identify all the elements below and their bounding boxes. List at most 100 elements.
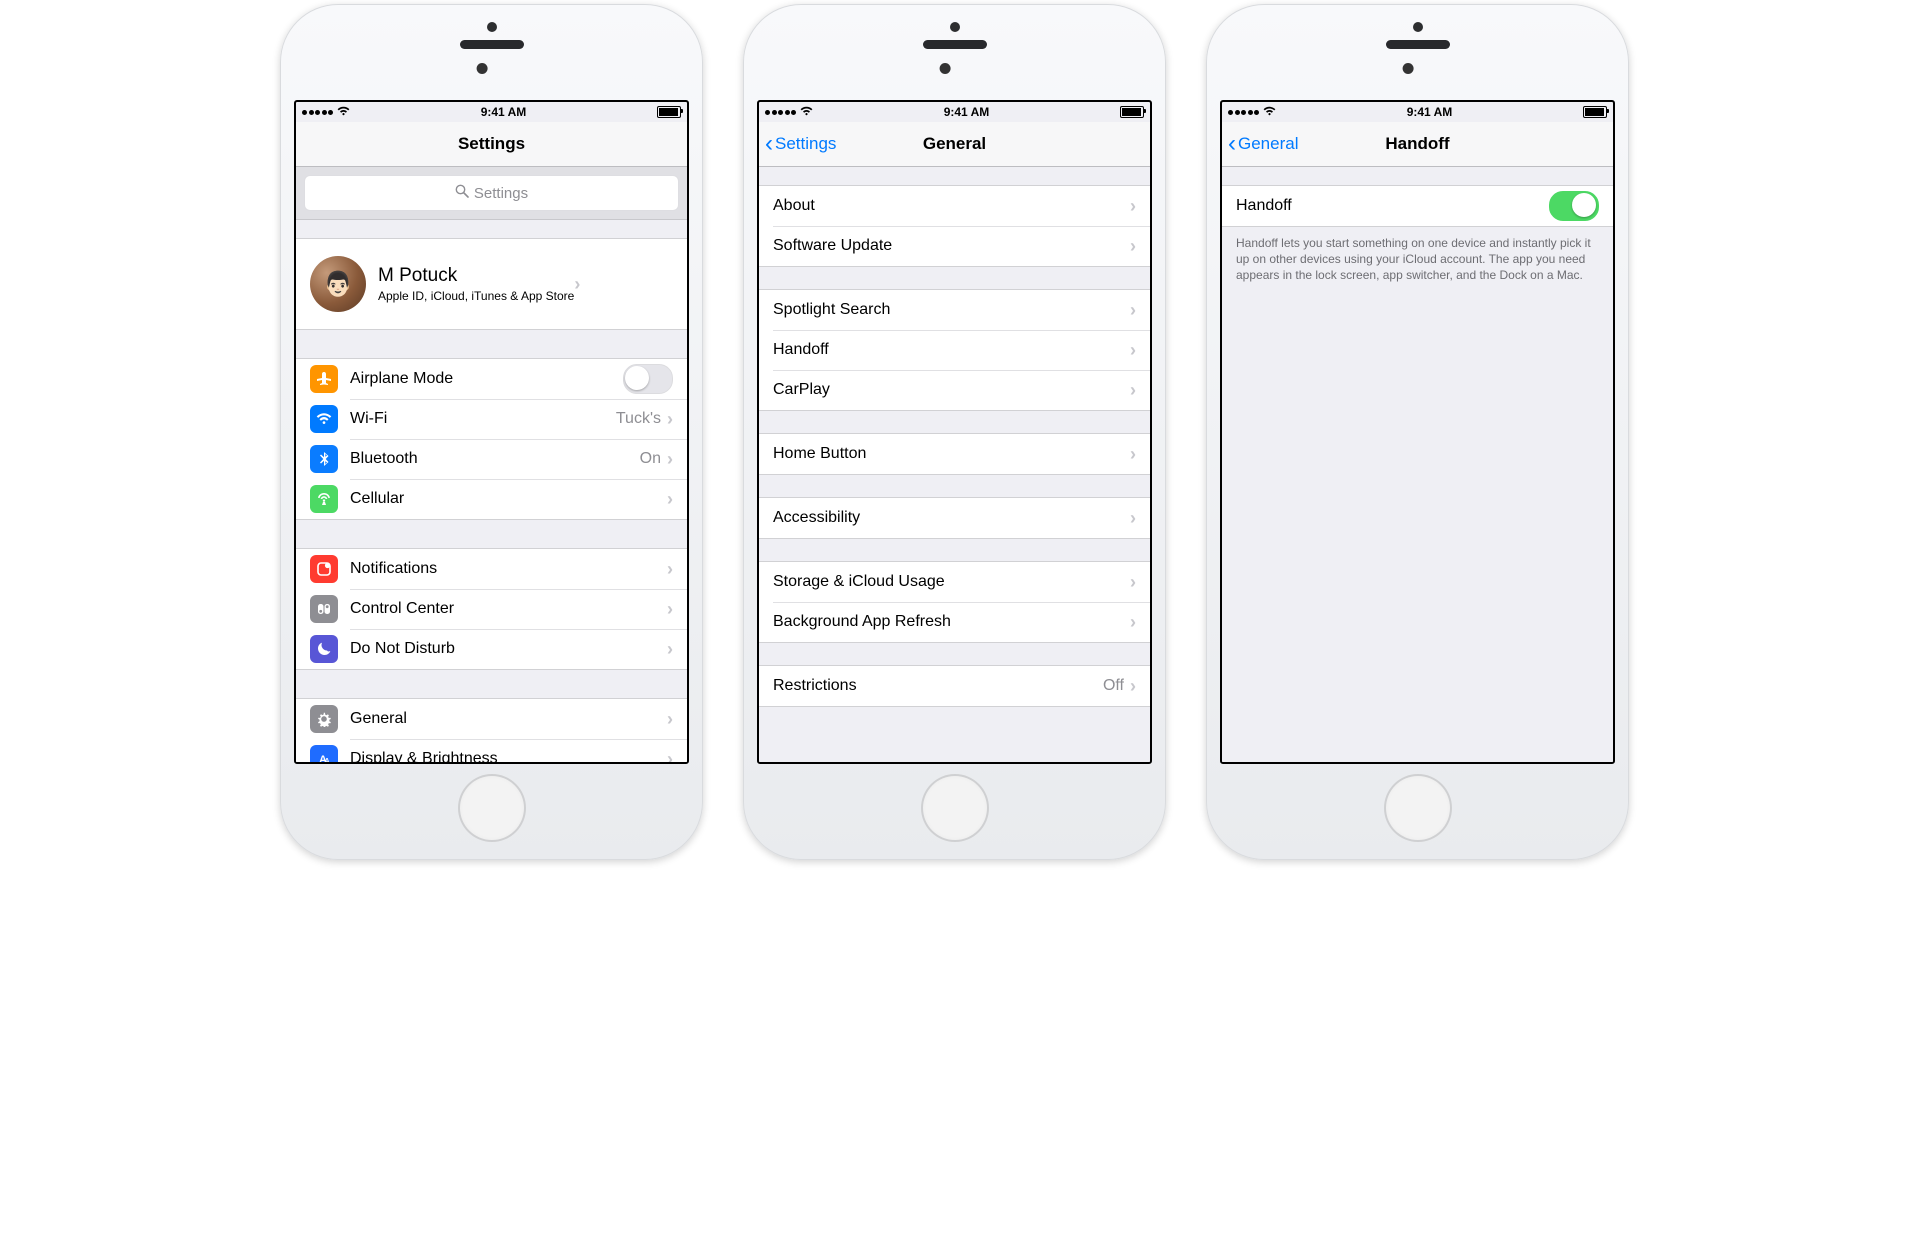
bluetooth-icon: [310, 445, 338, 473]
chevron-right-icon: ›: [667, 449, 673, 470]
profile-subtitle: Apple ID, iCloud, iTunes & App Store: [378, 289, 574, 303]
accessibility-cell[interactable]: Accessibility ›: [759, 498, 1150, 538]
apple-id-cell[interactable]: 👨🏻 M Potuck Apple ID, iCloud, iTunes & A…: [296, 239, 687, 329]
chevron-right-icon: ›: [1130, 236, 1136, 257]
airplane-label: Airplane Mode: [350, 370, 623, 388]
search-input[interactable]: Settings: [304, 175, 679, 211]
display-icon: AA: [310, 745, 338, 762]
storage-cell[interactable]: Storage & iCloud Usage ›: [759, 562, 1150, 602]
settings-list[interactable]: 👨🏻 M Potuck Apple ID, iCloud, iTunes & A…: [296, 220, 687, 762]
wifi-value: Tuck's: [616, 410, 661, 428]
signal-dots-icon: [302, 110, 333, 115]
bluetooth-value: On: [640, 450, 661, 468]
status-bar: 9:41 AM: [1222, 102, 1613, 122]
phone-settings: 9:41 AM Settings Settings 👨🏻 M P: [280, 4, 703, 860]
svg-text:A: A: [325, 758, 330, 762]
control-center-label: Control Center: [350, 600, 667, 618]
airplane-toggle[interactable]: [623, 364, 673, 394]
control-center-cell[interactable]: Control Center ›: [296, 589, 687, 629]
chevron-right-icon: ›: [667, 709, 673, 730]
status-time: 9:41 AM: [481, 105, 527, 119]
general-cell[interactable]: General ›: [296, 699, 687, 739]
general-label: General: [350, 710, 667, 728]
restrictions-value: Off: [1103, 677, 1124, 695]
chevron-right-icon: ›: [1130, 444, 1136, 465]
wifi-settings-icon: [310, 405, 338, 433]
wifi-cell[interactable]: Wi-Fi Tuck's ›: [296, 399, 687, 439]
signal-dots-icon: [1228, 110, 1259, 115]
chevron-right-icon: ›: [1130, 508, 1136, 529]
bluetooth-cell[interactable]: Bluetooth On ›: [296, 439, 687, 479]
nav-bar: ‹ Settings General: [759, 122, 1150, 167]
nav-back-label: General: [1238, 134, 1298, 154]
about-cell[interactable]: About ›: [759, 186, 1150, 226]
cellular-cell[interactable]: Cellular ›: [296, 479, 687, 519]
search-placeholder: Settings: [474, 185, 528, 202]
search-container: Settings: [296, 167, 687, 220]
spotlight-search-cell[interactable]: Spotlight Search ›: [759, 290, 1150, 330]
chevron-right-icon: ›: [1130, 300, 1136, 321]
control-center-icon: [310, 595, 338, 623]
gear-icon: [310, 705, 338, 733]
profile-name: M Potuck: [378, 265, 574, 287]
chevron-right-icon: ›: [574, 274, 580, 295]
nav-back-button[interactable]: ‹ General: [1228, 122, 1298, 166]
status-bar: 9:41 AM: [296, 102, 687, 122]
software-update-cell[interactable]: Software Update ›: [759, 226, 1150, 266]
search-icon: [455, 184, 469, 202]
nav-bar: ‹ General Handoff: [1222, 122, 1613, 167]
nav-title: Handoff: [1385, 134, 1449, 154]
display-label: Display & Brightness: [350, 750, 667, 762]
phone-general: 9:41 AM ‹ Settings General About › Softw…: [743, 4, 1166, 860]
notifications-label: Notifications: [350, 560, 667, 578]
chevron-left-icon: ‹: [1228, 132, 1236, 156]
home-button[interactable]: [458, 774, 526, 842]
chevron-right-icon: ›: [1130, 676, 1136, 697]
moon-icon: [310, 635, 338, 663]
background-refresh-cell[interactable]: Background App Refresh ›: [759, 602, 1150, 642]
bluetooth-label: Bluetooth: [350, 450, 640, 468]
wifi-icon: [800, 105, 813, 119]
home-button[interactable]: [921, 774, 989, 842]
status-bar: 9:41 AM: [759, 102, 1150, 122]
notifications-cell[interactable]: Notifications ›: [296, 549, 687, 589]
general-list[interactable]: About › Software Update › Spotlight Sear…: [759, 167, 1150, 762]
nav-bar: Settings: [296, 122, 687, 167]
handoff-list[interactable]: Handoff Handoff lets you start something…: [1222, 167, 1613, 762]
nav-back-label: Settings: [775, 134, 836, 154]
avatar: 👨🏻: [310, 256, 366, 312]
restrictions-cell[interactable]: Restrictions Off ›: [759, 666, 1150, 706]
airplane-icon: [310, 365, 338, 393]
carplay-cell[interactable]: CarPlay ›: [759, 370, 1150, 410]
chevron-right-icon: ›: [1130, 340, 1136, 361]
signal-dots-icon: [765, 110, 796, 115]
display-brightness-cell[interactable]: AA Display & Brightness ›: [296, 739, 687, 762]
nav-title: Settings: [458, 134, 525, 154]
nav-back-button[interactable]: ‹ Settings: [765, 122, 836, 166]
chevron-left-icon: ‹: [765, 132, 773, 156]
chevron-right-icon: ›: [667, 409, 673, 430]
status-time: 9:41 AM: [1407, 105, 1453, 119]
dnd-label: Do Not Disturb: [350, 640, 667, 658]
handoff-toggle-cell[interactable]: Handoff: [1222, 186, 1613, 226]
chevron-right-icon: ›: [667, 639, 673, 660]
do-not-disturb-cell[interactable]: Do Not Disturb ›: [296, 629, 687, 669]
home-button-cell[interactable]: Home Button ›: [759, 434, 1150, 474]
battery-icon: [657, 106, 681, 118]
nav-title: General: [923, 134, 986, 154]
chevron-right-icon: ›: [1130, 572, 1136, 593]
chevron-right-icon: ›: [1130, 612, 1136, 633]
airplane-mode-cell[interactable]: Airplane Mode: [296, 359, 687, 399]
phone-handoff: 9:41 AM ‹ General Handoff Handoff Handof…: [1206, 4, 1629, 860]
notifications-icon: [310, 555, 338, 583]
status-time: 9:41 AM: [944, 105, 990, 119]
home-button[interactable]: [1384, 774, 1452, 842]
wifi-label: Wi-Fi: [350, 410, 616, 428]
wifi-icon: [1263, 105, 1276, 119]
battery-icon: [1583, 106, 1607, 118]
cellular-label: Cellular: [350, 490, 667, 508]
chevron-right-icon: ›: [1130, 380, 1136, 401]
handoff-toggle[interactable]: [1549, 191, 1599, 221]
handoff-cell[interactable]: Handoff ›: [759, 330, 1150, 370]
battery-icon: [1120, 106, 1144, 118]
